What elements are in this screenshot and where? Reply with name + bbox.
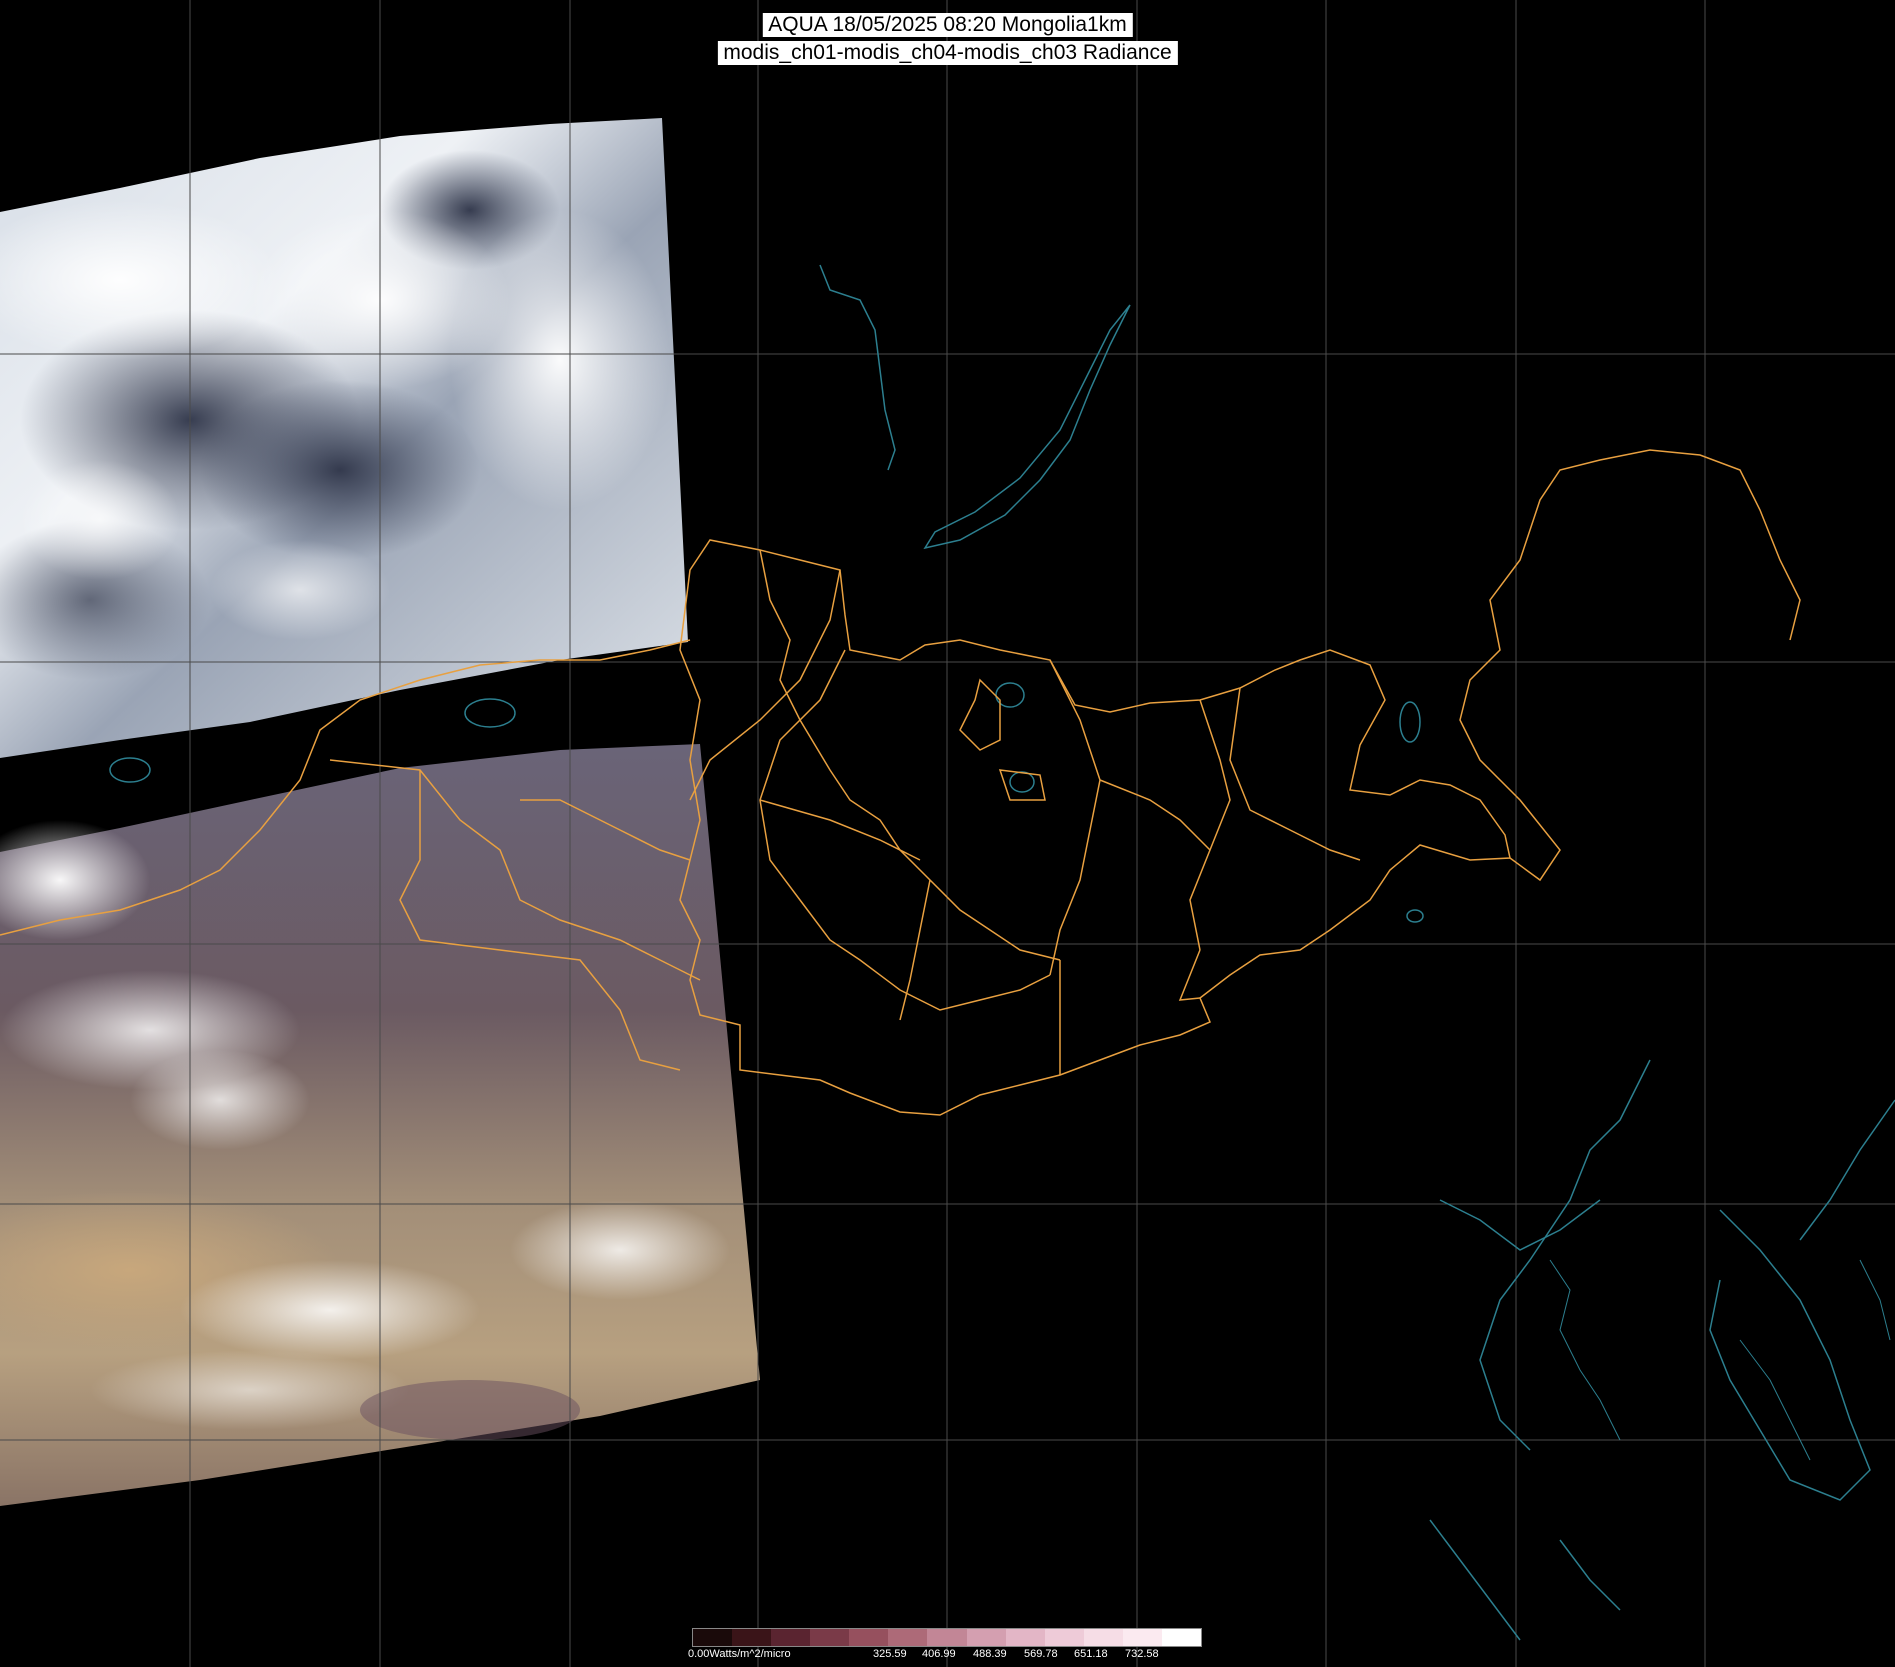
colorbar-tick: 651.18 bbox=[1074, 1648, 1108, 1660]
colorbar-labels: 0.00Watts/m^2/micro 325.59 406.99 488.39… bbox=[688, 1648, 1203, 1662]
colorbar-segment bbox=[1083, 1629, 1123, 1646]
colorbar-unit-label: 0.00Watts/m^2/micro bbox=[688, 1648, 791, 1660]
colorbar-segment bbox=[1005, 1629, 1045, 1646]
colorbar-tick: 325.59 bbox=[873, 1648, 907, 1660]
colorbar-segment bbox=[1044, 1629, 1084, 1646]
colorbar-segment bbox=[1161, 1629, 1202, 1646]
title-line-2: modis_ch01-modis_ch04-modis_ch03 Radianc… bbox=[717, 41, 1178, 65]
title-line-1: AQUA 18/05/2025 08:20 Mongolia1km bbox=[762, 13, 1133, 37]
colorbar-segment bbox=[849, 1629, 889, 1646]
satellite-map bbox=[0, 0, 1895, 1667]
colorbar-segment bbox=[966, 1629, 1006, 1646]
colorbar-tick: 406.99 bbox=[922, 1648, 956, 1660]
colorbar-segment bbox=[732, 1629, 772, 1646]
colorbar-segment bbox=[810, 1629, 850, 1646]
coast-detail bbox=[1549, 1259, 1891, 1461]
colorbar-legend: 0.00Watts/m^2/micro 325.59 406.99 488.39… bbox=[688, 1628, 1203, 1666]
colorbar-tick: 732.58 bbox=[1125, 1648, 1159, 1660]
colorbar-segment bbox=[927, 1629, 967, 1646]
colorbar-tick: 488.39 bbox=[973, 1648, 1007, 1660]
colorbar-tick: 569.78 bbox=[1024, 1648, 1058, 1660]
colorbar-segment bbox=[1122, 1629, 1162, 1646]
colorbar-segment bbox=[888, 1629, 928, 1646]
colorbar-segment bbox=[693, 1629, 733, 1646]
colorbar-segment bbox=[771, 1629, 811, 1646]
colorbar-gradient bbox=[692, 1628, 1202, 1647]
